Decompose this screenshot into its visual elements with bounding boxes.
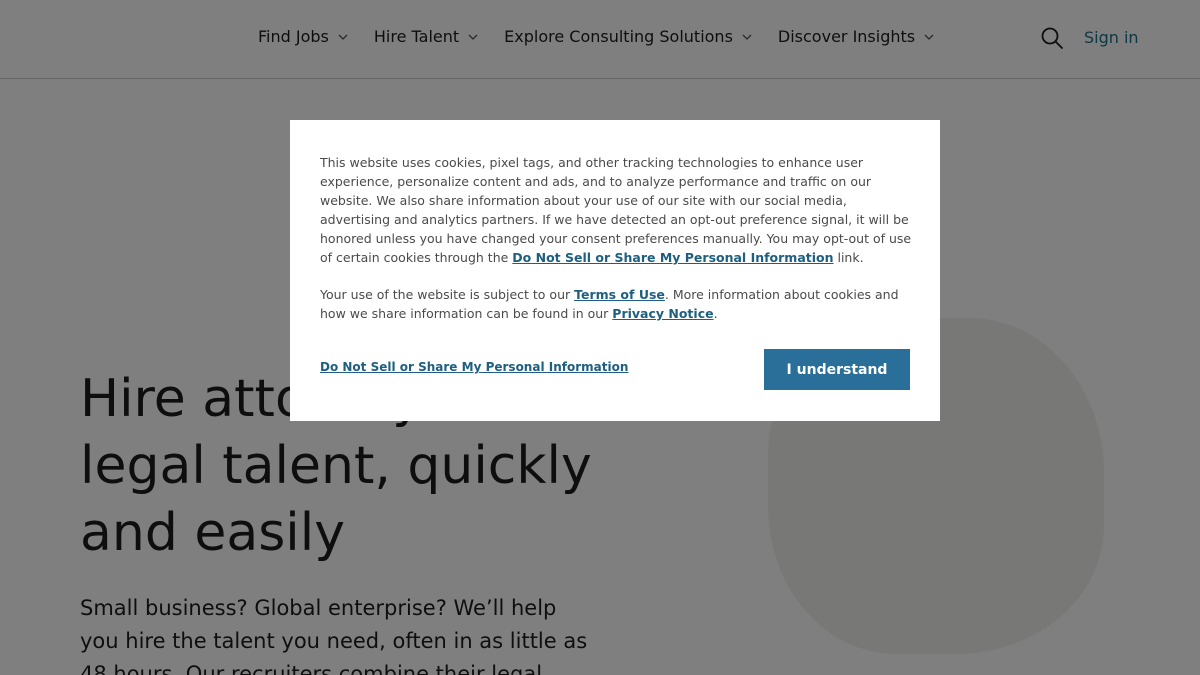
- do-not-sell-link[interactable]: Do Not Sell or Share My Personal Informa…: [320, 360, 628, 374]
- consent-text: This website uses cookies, pixel tags, a…: [320, 153, 912, 267]
- terms-of-use-link[interactable]: Terms of Use: [574, 287, 665, 302]
- privacy-notice-link[interactable]: Privacy Notice: [612, 306, 713, 321]
- consent-text-part: link.: [833, 250, 864, 265]
- terms-text: Your use of the website is subject to ou…: [320, 285, 912, 323]
- terms-text-part: .: [713, 306, 718, 321]
- i-understand-button[interactable]: I understand: [764, 349, 910, 390]
- terms-text-part: Your use of the website is subject to ou…: [320, 287, 575, 302]
- cookie-consent-dialog: This website uses cookies, pixel tags, a…: [290, 120, 940, 421]
- consent-text-part: This website uses cookies, pixel tags, a…: [320, 155, 912, 265]
- do-not-sell-inline-link[interactable]: Do Not Sell or Share My Personal Informa…: [512, 250, 833, 265]
